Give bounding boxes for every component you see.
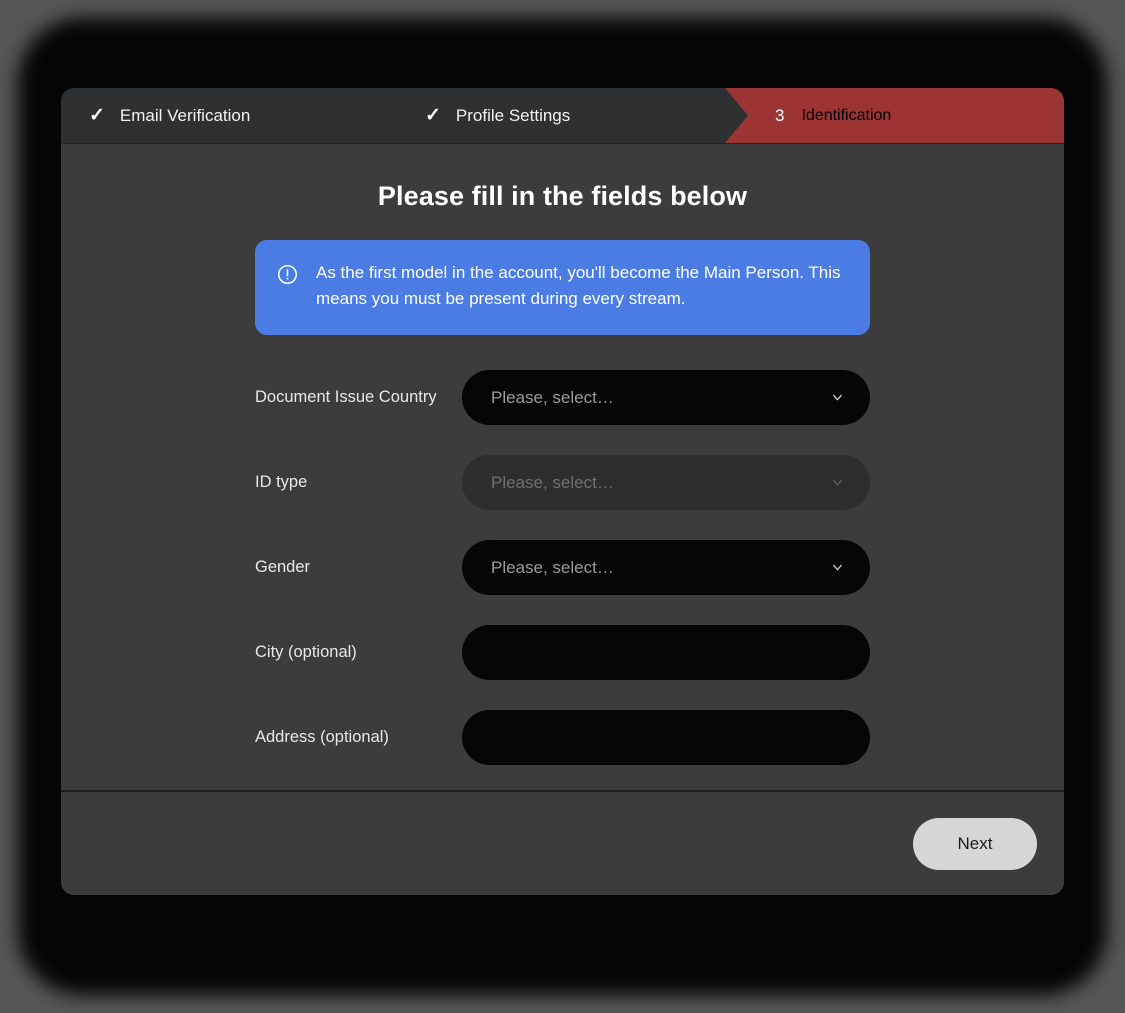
step-label: Email Verification — [119, 105, 251, 125]
form-row-address: Address (optional) — [255, 709, 870, 767]
field-address[interactable] — [462, 710, 870, 766]
form-row-document-issue-country: Document Issue Country Please, select… — [255, 369, 870, 427]
step-label: Profile Settings — [455, 105, 571, 125]
city-input[interactable] — [491, 625, 848, 681]
form-row-city: City (optional) — [255, 624, 870, 682]
select-gender[interactable]: Please, select… — [462, 540, 870, 596]
label-city: City (optional) — [255, 642, 357, 661]
check-icon: ✓ — [89, 105, 105, 126]
step-email-verification[interactable]: ✓ Email Verification — [61, 88, 397, 143]
select-value-document-issue-country: Please, select… — [491, 387, 614, 407]
wizard-body: Please fill in the fields below As the f… — [61, 144, 1064, 790]
alert-message: As the first model in the account, you'l… — [316, 263, 841, 309]
select-value-id-type: Please, select… — [491, 472, 614, 492]
info-alert: As the first model in the account, you'l… — [255, 240, 870, 335]
select-document-issue-country[interactable]: Please, select… — [462, 370, 870, 426]
step-identification[interactable]: 3 Identification — [725, 88, 1064, 143]
address-input[interactable] — [491, 710, 848, 766]
step-profile-settings[interactable]: ✓ Profile Settings — [397, 88, 725, 143]
next-button[interactable]: Next — [913, 817, 1037, 870]
step-label: Identification — [801, 106, 892, 124]
form-row-id-type: ID type Please, select… — [255, 454, 870, 512]
page-title: Please fill in the fields below — [377, 181, 748, 211]
step-number: 3 — [775, 105, 785, 125]
label-id-type: ID type — [255, 472, 308, 491]
label-address: Address (optional) — [255, 727, 389, 746]
chevron-down-icon — [831, 391, 844, 404]
field-city[interactable] — [462, 625, 870, 681]
identification-wizard-card: ✓ Email Verification ✓ Profile Settings … — [61, 88, 1064, 895]
chevron-down-icon — [831, 561, 844, 574]
chevron-down-icon — [831, 476, 844, 489]
label-document-issue-country: Document Issue Country — [255, 387, 437, 406]
select-id-type[interactable]: Please, select… — [462, 455, 870, 511]
select-value-gender: Please, select… — [491, 557, 614, 577]
identification-form: Document Issue Country Please, select… I… — [255, 369, 870, 767]
exclamation-circle-icon — [277, 264, 298, 285]
check-icon: ✓ — [425, 105, 441, 126]
form-row-gender: Gender Please, select… — [255, 539, 870, 597]
label-gender: Gender — [255, 557, 311, 576]
wizard-steps-header: ✓ Email Verification ✓ Profile Settings … — [61, 88, 1064, 144]
wizard-footer: Next — [61, 790, 1064, 895]
